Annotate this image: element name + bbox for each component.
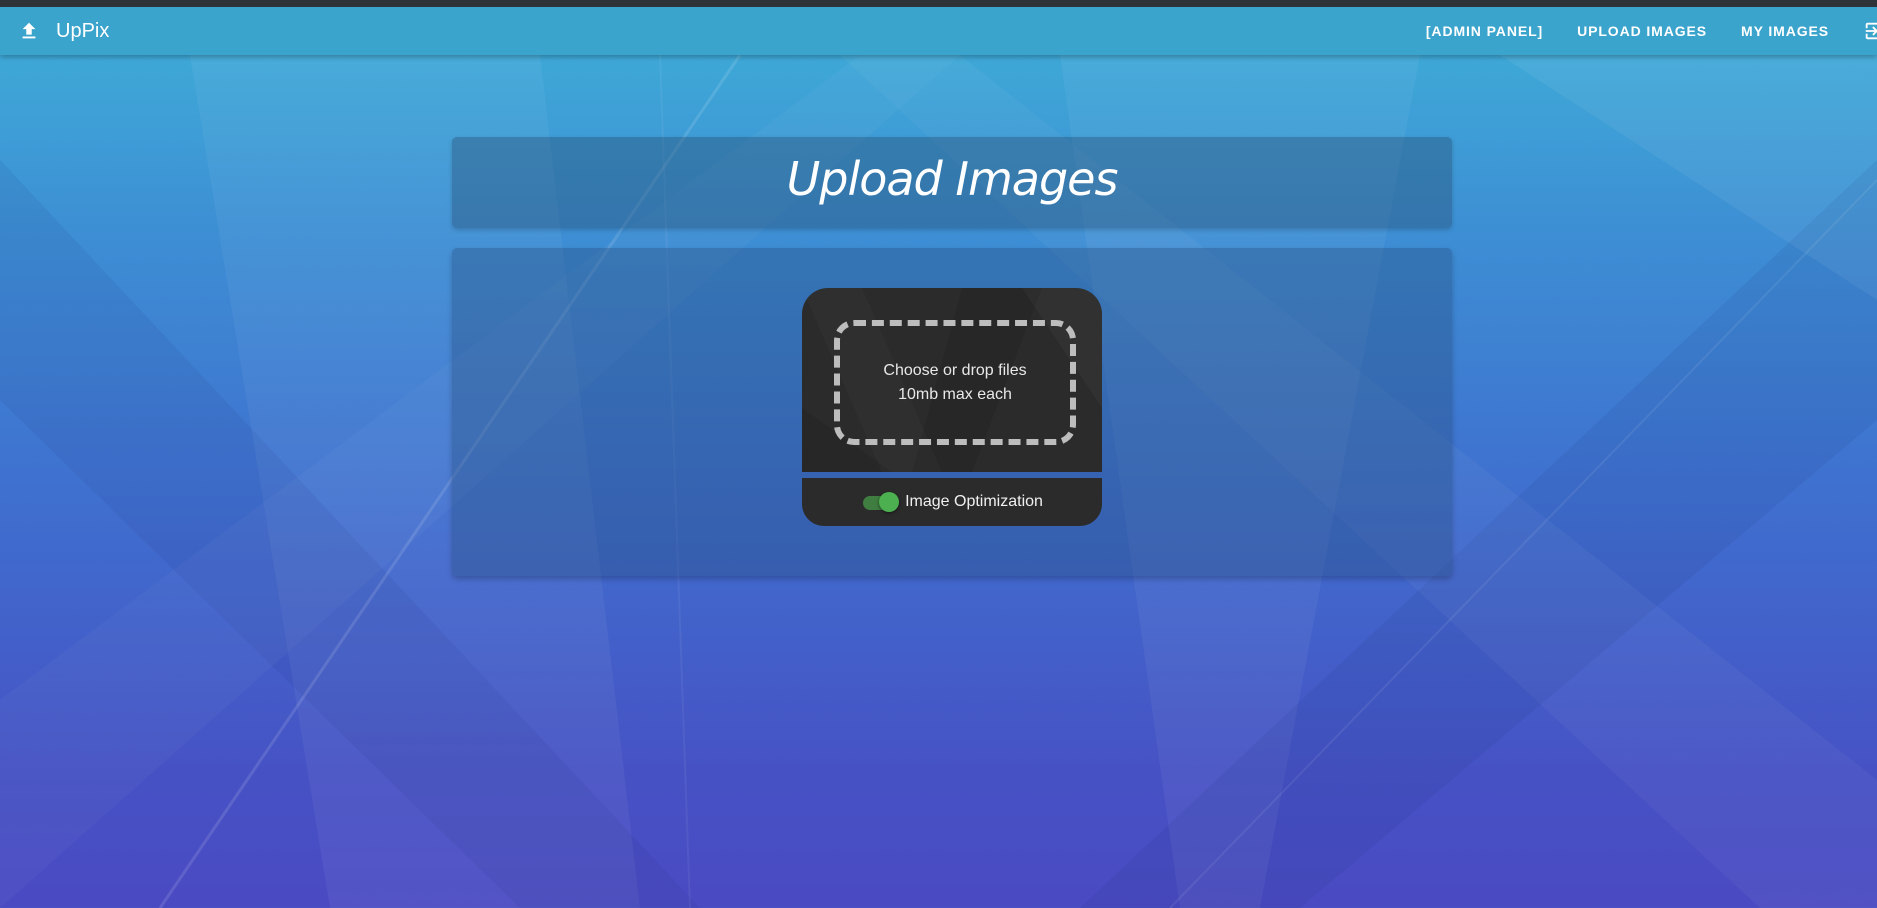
page-title: Upload Images — [786, 152, 1119, 206]
upload-card: Choose or drop files 10mb max each Image… — [452, 248, 1452, 576]
dropzone-dashed-border[interactable]: Choose or drop files 10mb max each — [834, 320, 1076, 445]
brand-logo-text[interactable]: UpPix — [56, 19, 109, 43]
file-drop-area[interactable]: Choose or drop files 10mb max each — [802, 288, 1102, 472]
optimization-option-bar: Image Optimization — [802, 478, 1102, 526]
max-size-note: 10mb max each — [898, 385, 1012, 403]
nav-upload-images[interactable]: UPLOAD IMAGES — [1577, 23, 1707, 39]
nav-links: [ADMIN PANEL] UPLOAD IMAGES MY IMAGES — [1426, 7, 1877, 55]
nav-my-images[interactable]: MY IMAGES — [1741, 23, 1829, 39]
image-optimization-label[interactable]: Image Optimization — [905, 493, 1043, 511]
navbar: UpPix [ADMIN PANEL] UPLOAD IMAGES MY IMA… — [0, 7, 1877, 55]
drop-instruction: Choose or drop files — [883, 361, 1027, 379]
logout-icon[interactable] — [1863, 20, 1877, 42]
image-optimization-toggle[interactable] — [861, 492, 900, 512]
title-card: Upload Images — [452, 137, 1452, 228]
nav-admin-panel[interactable]: [ADMIN PANEL] — [1426, 23, 1543, 39]
upload-icon[interactable] — [18, 20, 40, 42]
toggle-knob — [879, 492, 900, 512]
window-top-strip — [0, 0, 1877, 7]
